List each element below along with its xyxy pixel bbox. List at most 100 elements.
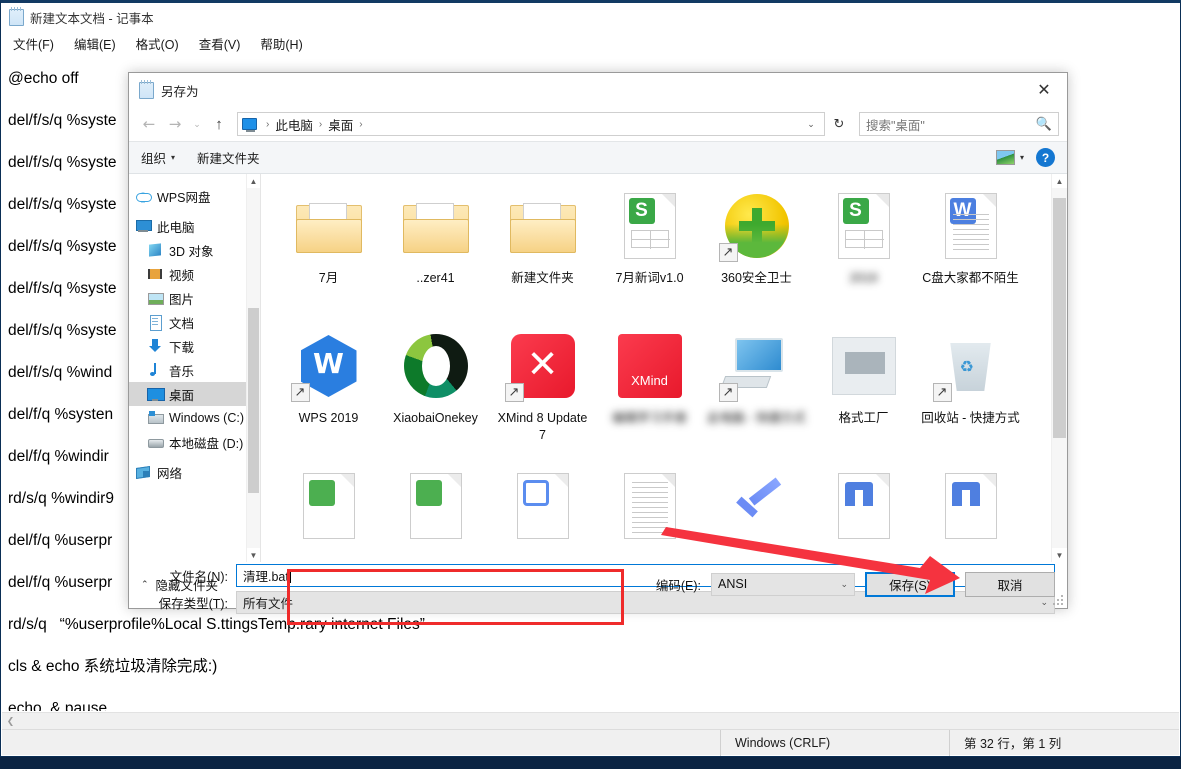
forward-icon[interactable]: →	[163, 112, 187, 136]
file-item[interactable]	[703, 460, 810, 562]
organize-label: 组织	[141, 148, 166, 167]
sidebar-item-downloads[interactable]: 下载	[129, 334, 260, 358]
sidebar-item-desktop[interactable]: 桌面	[129, 382, 260, 406]
file-item[interactable]: ♻ ↗ 回收站 - 快捷方式	[917, 320, 1024, 460]
hide-folders-label: 隐藏文件夹	[156, 575, 219, 594]
navpane-scrollbar[interactable]: ▲ ▼	[246, 174, 260, 562]
navpane-scroll-thumb[interactable]	[248, 308, 259, 493]
sidebar-label: 音乐	[169, 361, 194, 380]
scroll-up-icon[interactable]: ▲	[247, 174, 260, 188]
notepad-statusbar: Windows (CRLF) 第 32 行，第 1 列	[2, 729, 1179, 755]
filelist-scrollbar[interactable]: ▲ ▼	[1051, 174, 1067, 562]
help-icon[interactable]: ?	[1036, 148, 1055, 167]
folder-icon	[505, 188, 581, 264]
file-item[interactable]: XMind 编辑学习手册	[596, 320, 703, 460]
menu-format[interactable]: 格式(O)	[134, 32, 181, 55]
menu-help[interactable]: 帮助(H)	[258, 32, 304, 55]
navpane-scroll-track[interactable]	[247, 188, 260, 548]
file-item[interactable]	[917, 460, 1024, 562]
sidebar-item-this-pc[interactable]: 此电脑	[129, 214, 260, 238]
filelist-scroll-track[interactable]	[1052, 188, 1067, 548]
navigation-pane: WPS网盘 此电脑 3D 对象 视频	[129, 174, 261, 562]
file-item[interactable]: S 7月新词v1.0	[596, 180, 703, 320]
view-options-button[interactable]: ▾	[996, 150, 1024, 165]
organize-button[interactable]: 组织 ▾	[141, 148, 175, 167]
downloads-icon	[147, 338, 163, 354]
file-item[interactable]: 格式工厂	[810, 320, 917, 460]
resize-grip[interactable]	[1052, 594, 1064, 606]
sidebar-label: Windows (C:)	[169, 411, 244, 425]
close-icon[interactable]: ✕	[1021, 73, 1067, 105]
file-item[interactable]	[382, 460, 489, 562]
sidebar-item-music[interactable]: 音乐	[129, 358, 260, 382]
file-label: XiaobaiOnekey	[386, 410, 486, 427]
new-folder-button[interactable]: 新建文件夹	[197, 148, 260, 167]
recent-locations-icon[interactable]: ⌄	[189, 112, 205, 136]
file-item[interactable]: 新建文件夹	[489, 180, 596, 320]
hide-folders-toggle[interactable]: ⌃ 隐藏文件夹	[141, 575, 218, 594]
status-cursor-position: 第 32 行，第 1 列	[950, 730, 1061, 756]
file-item[interactable]	[275, 460, 382, 562]
sidebar-item-windows-c[interactable]: Windows (C:)	[129, 406, 260, 430]
xmind-icon: ✕ ↗	[505, 328, 581, 404]
encoding-select[interactable]: ANSI ⌄	[711, 573, 855, 596]
notepad-line: echo. & pause	[8, 688, 1179, 711]
save-button[interactable]: 保存(S)	[865, 572, 955, 597]
breadcrumb-item-this-pc[interactable]: 此电脑	[275, 115, 313, 134]
sidebar-item-wps-cloud[interactable]: WPS网盘	[129, 184, 260, 208]
menu-edit[interactable]: 编辑(E)	[72, 32, 118, 55]
back-icon[interactable]: ←	[137, 112, 161, 136]
breadcrumb-separator: ›	[313, 119, 328, 130]
file-item[interactable]: W ↗ WPS 2019	[275, 320, 382, 460]
menu-file[interactable]: 文件(F)	[11, 32, 56, 55]
file-item[interactable]: W C盘大家都不陌生	[917, 180, 1024, 320]
chevron-down-icon[interactable]: ⌄	[802, 119, 820, 130]
filelist-scroll-thumb[interactable]	[1053, 198, 1066, 438]
sidebar-item-videos[interactable]: 视频	[129, 262, 260, 286]
scroll-up-icon[interactable]: ▲	[1052, 174, 1067, 188]
file-list[interactable]: 7月 ..zer41 新建文件夹	[261, 174, 1067, 562]
sidebar-item-network[interactable]: 网络	[129, 460, 260, 484]
menu-view[interactable]: 查看(V)	[197, 32, 243, 55]
blue-m-file-icon	[933, 468, 1009, 544]
file-label: 回收站 - 快捷方式	[921, 410, 1021, 427]
search-input[interactable]: 搜索"桌面"	[866, 115, 1036, 134]
360-security-icon: ↗	[719, 188, 795, 264]
file-item[interactable]: ..zer41	[382, 180, 489, 320]
chevron-down-icon[interactable]: ⌄	[840, 579, 848, 590]
scroll-left-icon[interactable]: ❮	[2, 713, 19, 730]
search-box[interactable]: 搜索"桌面" 🔍	[859, 112, 1059, 136]
file-item[interactable]: ↗ 360安全卫士	[703, 180, 810, 320]
notepad-horizontal-scrollbar[interactable]: ❮	[2, 712, 1179, 729]
dialog-navbar: ← → ⌄ ↑ › 此电脑 › 桌面 › ⌄ ↻ 搜索"桌面" 🔍	[129, 107, 1067, 141]
file-item[interactable]: S 2019	[810, 180, 917, 320]
this-pc-icon	[135, 218, 151, 234]
refresh-icon[interactable]: ↻	[827, 112, 851, 136]
desktop-icon	[147, 386, 163, 402]
sidebar-item-pictures[interactable]: 图片	[129, 286, 260, 310]
breadcrumb[interactable]: › 此电脑 › 桌面 › ⌄	[237, 112, 825, 136]
sidebar-item-documents[interactable]: 文档	[129, 310, 260, 334]
breadcrumb-separator: ›	[260, 119, 275, 130]
chevron-down-icon: ▾	[171, 153, 175, 162]
wps-spreadsheet-icon: S	[612, 188, 688, 264]
file-item[interactable]	[489, 460, 596, 562]
file-item[interactable]: 7月	[275, 180, 382, 320]
sidebar-label: WPS网盘	[157, 187, 210, 206]
file-label: XMind 8 Update 7	[493, 410, 593, 444]
up-icon[interactable]: ↑	[207, 112, 231, 136]
shortcut-arrow-icon: ↗	[291, 383, 310, 402]
dialog-title: 另存为	[161, 81, 199, 100]
sidebar-label: 图片	[169, 289, 194, 308]
sidebar-item-local-disk-d[interactable]: 本地磁盘 (D:)	[129, 430, 260, 454]
view-layout-icon	[996, 150, 1015, 165]
file-item[interactable]	[810, 460, 917, 562]
breadcrumb-item-desktop[interactable]: 桌面	[328, 115, 353, 134]
file-item[interactable]: ↗ 此电脑 - 快捷方式	[703, 320, 810, 460]
cancel-button[interactable]: 取消	[965, 572, 1055, 597]
sidebar-item-3d-objects[interactable]: 3D 对象	[129, 238, 260, 262]
file-item[interactable]: ✕ ↗ XMind 8 Update 7	[489, 320, 596, 460]
file-item[interactable]: XiaobaiOnekey	[382, 320, 489, 460]
sidebar-label: 下载	[169, 337, 194, 356]
file-item[interactable]	[596, 460, 703, 562]
